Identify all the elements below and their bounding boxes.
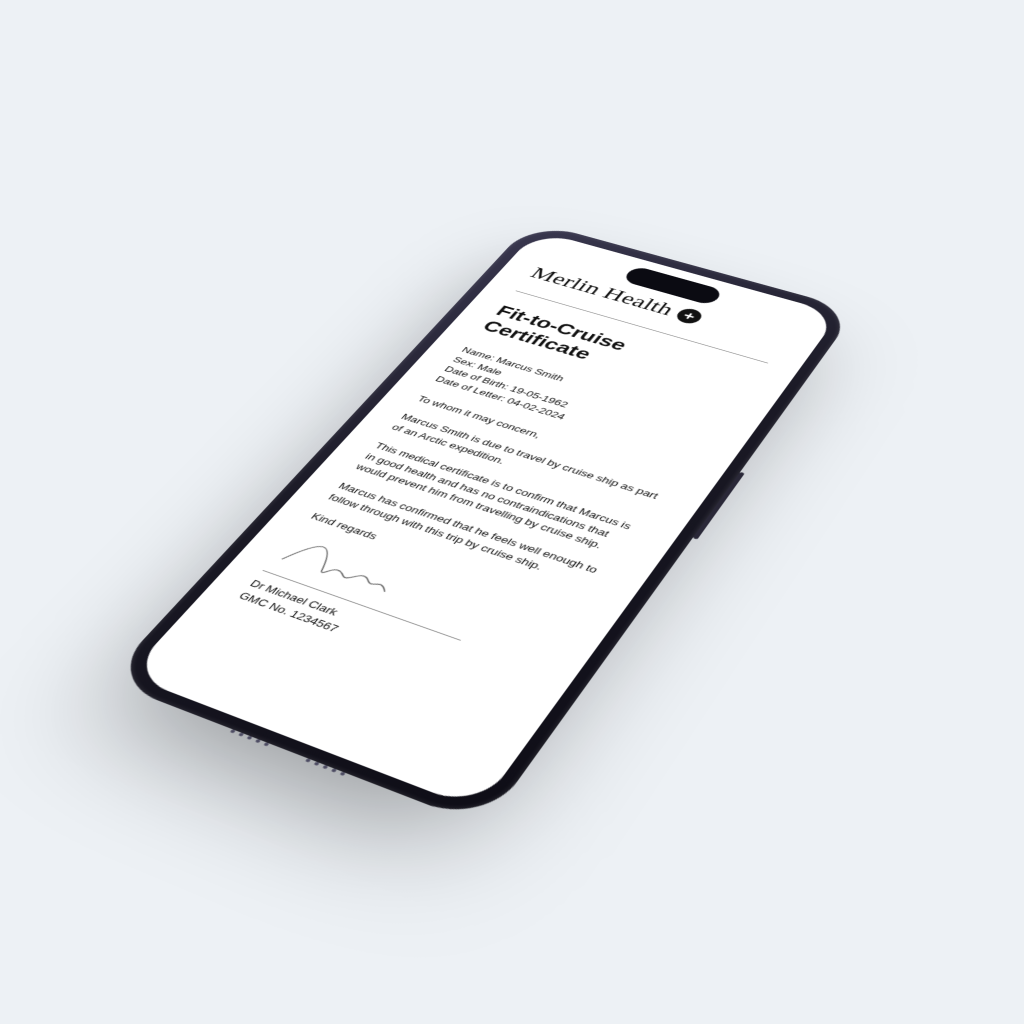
phone-screen: Merlin Health Fit-to-Cruise Certificate … [127, 231, 840, 811]
speaker-dots-left [228, 729, 269, 748]
phone-mockup: Merlin Health Fit-to-Cruise Certificate … [106, 221, 857, 826]
certificate-document: Merlin Health Fit-to-Cruise Certificate … [127, 231, 840, 811]
phone-body: Merlin Health Fit-to-Cruise Certificate … [106, 221, 857, 826]
brand-name: Merlin Health [526, 264, 679, 320]
signatory-reg-label: GMC No. [236, 590, 292, 617]
phone-side-button [693, 472, 745, 540]
plus-icon [673, 307, 705, 326]
stage-background: Merlin Health Fit-to-Cruise Certificate … [0, 0, 1024, 1024]
signature-icon [266, 526, 576, 664]
signatory-name: Dr Michael Clark [246, 577, 535, 689]
speaker-dots-right [304, 758, 346, 777]
signatory-reg-value: 1234567 [287, 608, 341, 634]
signatory-block: Dr Michael Clark GMC No. 1234567 [235, 577, 535, 703]
body-para-3: Marcus has confirmed that he feels well … [324, 480, 610, 593]
phone-speaker-row [173, 708, 404, 800]
signature-line [262, 570, 461, 641]
closing: Kind regards [308, 511, 589, 613]
signatory-reg-row: GMC No. 1234567 [235, 589, 525, 703]
